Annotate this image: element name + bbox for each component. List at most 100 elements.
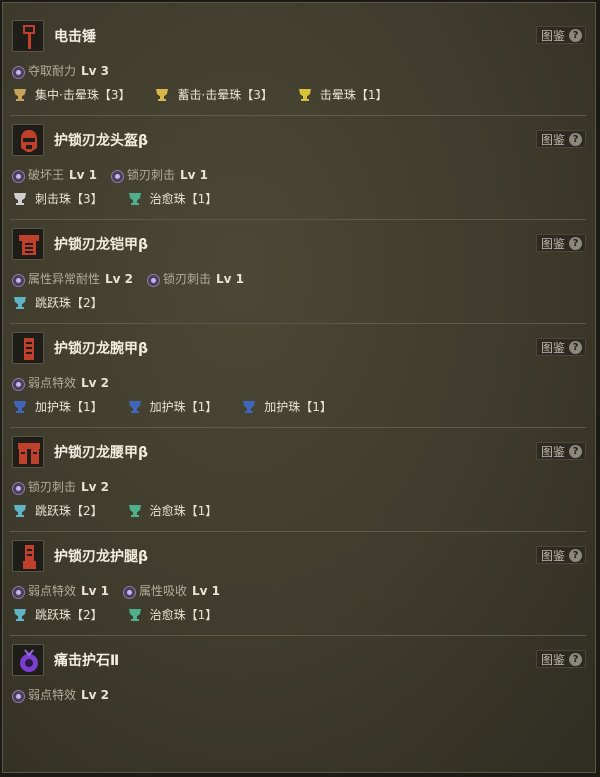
decoration-slot[interactable]: 击晕珠【1】: [297, 86, 388, 103]
encyclopedia-button[interactable]: 图鉴?: [535, 234, 586, 252]
decoration-slot[interactable]: 蓄击·击晕珠【3】: [154, 86, 273, 103]
decoration-slot[interactable]: 治愈珠【1】: [127, 502, 218, 519]
skill-level: Lv 2: [81, 375, 110, 390]
decoration-jewel-icon: [127, 399, 143, 415]
hammer-icon: [12, 20, 44, 52]
skill-icon: [123, 584, 137, 599]
decoration-slot[interactable]: 集中·击晕珠【3】: [12, 86, 130, 103]
help-icon[interactable]: ?: [569, 548, 582, 562]
help-icon[interactable]: ?: [569, 28, 582, 42]
decoration-slot[interactable]: 跳跃珠【2】: [12, 606, 103, 623]
decoration-name: 治愈珠【1】: [149, 192, 218, 206]
skill-entry[interactable]: 锁刃刺击 Lv 1: [111, 166, 208, 183]
decorations-row: 刺击珠【3】 治愈珠【1】: [12, 190, 241, 210]
item-header: 护锁刃龙护腿β 图鉴?: [12, 540, 588, 576]
skill-entry[interactable]: 锁刃刺击 Lv 1: [147, 270, 244, 287]
skills-row: 弱点特效 Lv 2: [12, 374, 123, 394]
encyclopedia-label: 图鉴: [540, 236, 565, 251]
help-icon[interactable]: ?: [569, 340, 582, 354]
decoration-name: 加护珠【1】: [264, 400, 332, 414]
encyclopedia-button[interactable]: 图鉴?: [535, 442, 586, 460]
skill-entry[interactable]: 属性异常耐性 Lv 2: [12, 270, 133, 287]
skills-row: 属性异常耐性 Lv 2 锁刃刺击 Lv 1: [12, 270, 258, 290]
decoration-slot[interactable]: 加护珠【1】: [12, 398, 103, 415]
skill-name: 破坏王: [28, 168, 65, 182]
skill-name: 弱点特效: [28, 688, 77, 702]
decoration-slot[interactable]: 治愈珠【1】: [127, 190, 218, 207]
decoration-slot[interactable]: 跳跃珠【2】: [12, 294, 103, 311]
skill-name: 弱点特效: [28, 376, 77, 390]
decorations-row: 加护珠【1】 加护珠【1】 加护珠【1】: [12, 398, 356, 418]
encyclopedia-button[interactable]: 图鉴?: [535, 650, 586, 668]
arm-armor-icon: [12, 332, 44, 364]
skill-level: Lv 1: [216, 271, 245, 286]
encyclopedia-button[interactable]: 图鉴?: [535, 26, 586, 44]
helmet-icon: [12, 124, 44, 156]
decoration-jewel-icon: [12, 191, 28, 207]
help-icon[interactable]: ?: [569, 444, 582, 458]
decoration-name: 跳跃珠【2】: [35, 504, 103, 518]
decorations-row: 跳跃珠【2】 治愈珠【1】: [12, 606, 241, 626]
skill-icon: [12, 168, 25, 183]
skill-name: 属性吸收: [139, 584, 188, 598]
item-name: 电击锤: [54, 29, 96, 45]
leg-armor-icon: [12, 540, 44, 572]
skill-level: Lv 3: [81, 63, 110, 78]
encyclopedia-label: 图鉴: [540, 28, 565, 43]
skill-icon: [12, 584, 25, 599]
encyclopedia-button[interactable]: 图鉴?: [535, 130, 586, 148]
skill-entry[interactable]: 夺取耐力 Lv 3: [12, 62, 109, 79]
charm-icon: [12, 644, 44, 676]
decoration-jewel-icon: [127, 503, 143, 519]
skill-icon: [12, 64, 25, 79]
item-header: 护锁刃龙腰甲β 图鉴?: [12, 436, 588, 472]
decoration-slot[interactable]: 刺击珠【3】: [12, 190, 103, 207]
decoration-jewel-icon: [154, 87, 170, 103]
skill-name: 夺取耐力: [28, 64, 77, 78]
decoration-jewel-icon: [12, 607, 28, 623]
equipment-item: 痛击护石Ⅱ 图鉴? 弱点特效 Lv 2: [12, 644, 588, 740]
item-header: 护锁刃龙铠甲β 图鉴?: [12, 228, 588, 264]
equipment-item: 电击锤 图鉴? 夺取耐力 Lv 3 集中·击晕珠【3】 蓄击·击晕珠【3】 击晕珠【1】: [12, 20, 588, 116]
help-icon[interactable]: ?: [569, 652, 582, 666]
skills-row: 夺取耐力 Lv 3: [12, 62, 123, 82]
help-icon[interactable]: ?: [569, 236, 582, 250]
skill-icon: [12, 688, 25, 703]
skills-row: 弱点特效 Lv 1 属性吸收 Lv 1: [12, 582, 234, 602]
item-name: 护锁刃龙腕甲β: [54, 341, 149, 357]
decoration-slot[interactable]: 跳跃珠【2】: [12, 502, 103, 519]
decorations-row: 跳跃珠【2】 治愈珠【1】: [12, 502, 241, 522]
decoration-slot[interactable]: 加护珠【1】: [241, 398, 332, 415]
decoration-jewel-icon: [241, 399, 257, 415]
skill-level: Lv 1: [192, 583, 221, 598]
skills-row: 弱点特效 Lv 2: [12, 686, 123, 706]
skill-entry[interactable]: 弱点特效 Lv 2: [12, 374, 109, 391]
item-header: 护锁刃龙头盔β 图鉴?: [12, 124, 588, 160]
item-name: 护锁刃龙护腿β: [54, 549, 149, 565]
decoration-slot[interactable]: 加护珠【1】: [127, 398, 217, 415]
skill-entry[interactable]: 锁刃刺击 Lv 2: [12, 478, 109, 495]
skill-entry[interactable]: 属性吸收 Lv 1: [123, 582, 220, 599]
decoration-name: 击晕珠【1】: [319, 88, 388, 102]
skill-name: 锁刃刺击: [163, 272, 212, 286]
skill-icon: [12, 376, 25, 391]
equipment-item: 护锁刃龙头盔β 图鉴? 破坏王 Lv 1 锁刃刺击 Lv 1 刺击珠【3】 治愈珠【1】: [12, 124, 588, 220]
skill-icon: [12, 480, 25, 495]
skill-level: Lv 1: [81, 583, 110, 598]
encyclopedia-button[interactable]: 图鉴?: [535, 338, 586, 356]
decoration-name: 治愈珠【1】: [149, 504, 218, 518]
encyclopedia-label: 图鉴: [540, 340, 565, 355]
help-icon[interactable]: ?: [569, 132, 582, 146]
encyclopedia-label: 图鉴: [540, 652, 565, 667]
encyclopedia-label: 图鉴: [540, 548, 565, 563]
item-header: 电击锤 图鉴?: [12, 20, 588, 56]
encyclopedia-label: 图鉴: [540, 444, 565, 459]
encyclopedia-button[interactable]: 图鉴?: [535, 546, 586, 564]
decoration-slot[interactable]: 治愈珠【1】: [127, 606, 217, 623]
skill-entry[interactable]: 弱点特效 Lv 1: [12, 582, 109, 599]
decoration-name: 蓄击·击晕珠【3】: [177, 88, 273, 102]
skill-icon: [12, 272, 25, 287]
skill-entry[interactable]: 弱点特效 Lv 2: [12, 686, 109, 703]
skill-entry[interactable]: 破坏王 Lv 1: [12, 166, 97, 183]
item-name: 护锁刃龙头盔β: [54, 133, 149, 149]
